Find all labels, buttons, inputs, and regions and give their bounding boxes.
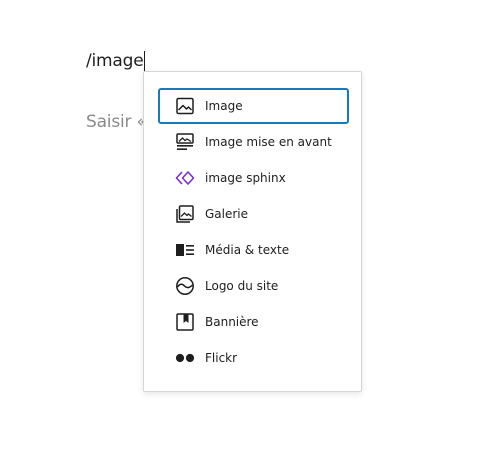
block-option-image-sphinx[interactable]: image sphinx — [158, 160, 349, 196]
paragraph-placeholder: Saisir « — [86, 112, 146, 132]
block-option-image[interactable]: Image — [158, 88, 349, 124]
gallery-icon — [175, 204, 195, 224]
block-option-label: Média & texte — [205, 243, 290, 257]
block-option-flickr[interactable]: Flickr — [158, 340, 349, 376]
block-option-label: Image mise en avant — [205, 135, 332, 149]
site-logo-icon — [175, 276, 195, 296]
block-option-label: Image — [205, 99, 243, 113]
featured-image-icon — [175, 132, 195, 152]
block-option-gallery[interactable]: Galerie — [158, 196, 349, 232]
sphinx-block-icon — [175, 168, 195, 188]
image-icon — [175, 96, 195, 116]
block-option-label: Flickr — [205, 351, 238, 365]
block-inserter-popover: Image Image mise en avant image sphinx G… — [143, 71, 362, 392]
block-option-media-text[interactable]: Média & texte — [158, 232, 349, 268]
typed-slash-command: /image — [86, 51, 144, 71]
text-caret — [144, 50, 146, 72]
block-option-site-logo[interactable]: Logo du site — [158, 268, 349, 304]
block-autocomplete-list: Image Image mise en avant image sphinx G… — [158, 88, 349, 376]
flickr-icon — [175, 348, 195, 368]
cover-icon — [175, 312, 195, 332]
block-option-label: Bannière — [205, 315, 259, 329]
block-option-cover[interactable]: Bannière — [158, 304, 349, 340]
block-editor-input[interactable]: /image — [86, 50, 146, 72]
block-option-label: Galerie — [205, 207, 249, 221]
block-option-featured-image[interactable]: Image mise en avant — [158, 124, 349, 160]
media-text-icon — [175, 240, 195, 260]
block-option-label: Logo du site — [205, 279, 279, 293]
block-option-label: image sphinx — [205, 171, 286, 185]
